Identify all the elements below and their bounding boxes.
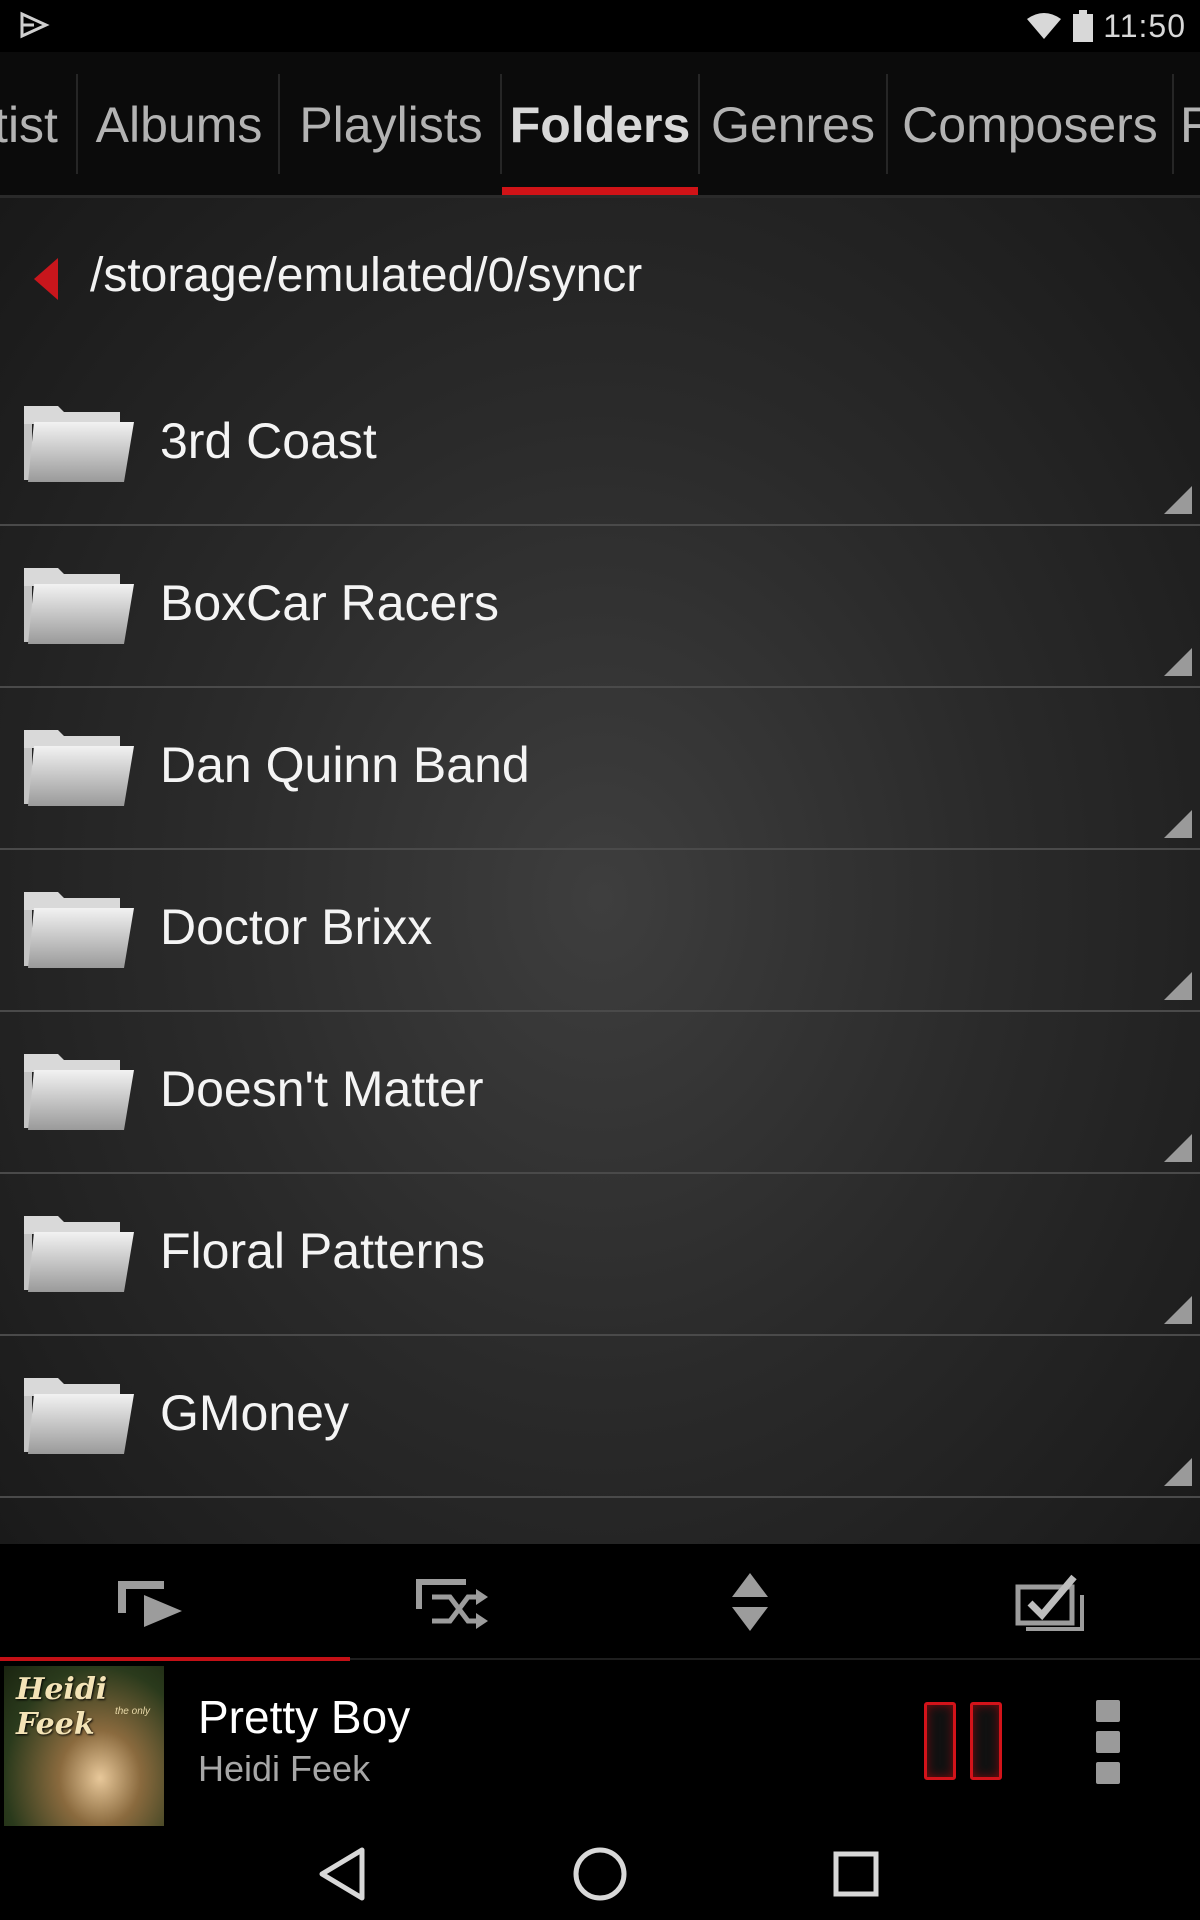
back-triangle-icon[interactable]: [32, 256, 60, 302]
folder-name: Doctor Brixx: [160, 899, 433, 955]
nav-recents-icon[interactable]: [824, 1842, 888, 1906]
active-tab-indicator: [502, 187, 698, 195]
folder-icon: [24, 1216, 134, 1292]
context-menu-indicator-icon[interactable]: [1164, 810, 1192, 838]
status-bar: 11:50: [0, 0, 1200, 52]
folder-row[interactable]: BoxCar Racers: [0, 526, 1200, 688]
tab-composers[interactable]: Composers: [888, 52, 1172, 195]
folder-name: GMoney: [160, 1385, 349, 1441]
more-dots-icon: [1096, 1762, 1120, 1784]
folder-name: BoxCar Racers: [160, 575, 499, 631]
sort-button[interactable]: [600, 1544, 900, 1660]
tab-albums[interactable]: Albums: [80, 52, 278, 195]
pause-button[interactable]: [924, 1702, 1002, 1782]
folder-icon: [20, 1534, 138, 1544]
folder-name: 3rd Coast: [160, 413, 377, 469]
folder-row[interactable]: Doesn't Matter: [0, 1012, 1200, 1174]
status-time: 11:50: [1103, 7, 1186, 44]
folder-row[interactable]: Dan Quinn Band: [0, 688, 1200, 850]
tab-divider: [76, 74, 78, 174]
folder-row[interactable]: 3rd Coast: [0, 364, 1200, 526]
folder-icon: [24, 1378, 134, 1454]
context-menu-indicator-icon[interactable]: [1164, 1296, 1192, 1324]
folder-browser: /storage/emulated/0/syncr 3rd Coast BoxCa…: [0, 198, 1200, 1544]
multi-select-button[interactable]: [900, 1544, 1200, 1660]
tab-playlists[interactable]: Playlists: [282, 52, 500, 195]
nav-home-icon[interactable]: [568, 1842, 632, 1906]
folder-name: Doesn't Matter: [160, 1061, 484, 1117]
sort-icon: [732, 1573, 768, 1631]
play-store-icon: [20, 11, 50, 39]
battery-icon: [1073, 10, 1094, 42]
folder-icon: [24, 892, 134, 968]
tab-next[interactable]: F: [1180, 52, 1200, 195]
play-all-icon: [118, 1581, 182, 1627]
system-nav-bar: [0, 1828, 1200, 1920]
album-art[interactable]: Heidi Feek the only: [4, 1666, 164, 1826]
tab-divider: [1172, 74, 1174, 174]
multi-select-icon: [1015, 1574, 1084, 1631]
more-dots-icon: [1096, 1731, 1120, 1753]
overflow-menu-button[interactable]: [1096, 1700, 1120, 1784]
context-menu-indicator-icon[interactable]: [1164, 1134, 1192, 1162]
tab-divider: [278, 74, 280, 174]
folder-icon: [24, 730, 134, 806]
folder-name: Dan Quinn Band: [160, 737, 530, 793]
nav-back-icon[interactable]: [310, 1842, 374, 1906]
track-artist: Heidi Feek: [198, 1748, 371, 1789]
tab-artist[interactable]: tist: [0, 52, 66, 195]
folder-icon: [24, 568, 134, 644]
folder-row[interactable]: GMoney: [0, 1336, 1200, 1498]
category-tabs: tist Albums Playlists Folders Genres Com…: [0, 52, 1200, 198]
play-all-button[interactable]: [0, 1544, 300, 1660]
shuffle-all-button[interactable]: [300, 1544, 600, 1660]
current-path: /storage/emulated/0/syncr: [90, 249, 643, 302]
context-menu-indicator-icon[interactable]: [1164, 648, 1192, 676]
folder-icon: [24, 1054, 134, 1130]
context-menu-indicator-icon[interactable]: [1164, 972, 1192, 1000]
context-menu-indicator-icon[interactable]: [1164, 486, 1192, 514]
track-title: Pretty Boy: [198, 1691, 411, 1743]
playback-progress-bar[interactable]: [0, 1657, 350, 1661]
pause-icon: [970, 1702, 1002, 1780]
wifi-icon: [1027, 13, 1062, 39]
path-row[interactable]: /storage/emulated/0/syncr: [0, 198, 1200, 364]
action-bar: [0, 1544, 1200, 1660]
folder-name: Floral Patterns: [160, 1223, 486, 1279]
context-menu-indicator-icon[interactable]: [1164, 1458, 1192, 1486]
tab-genres[interactable]: Genres: [700, 52, 886, 195]
tab-folders[interactable]: Folders: [502, 52, 698, 195]
more-dots-icon: [1096, 1700, 1120, 1722]
folder-icon: [24, 406, 134, 482]
shuffle-all-icon: [416, 1579, 488, 1629]
pause-icon: [924, 1702, 956, 1780]
folder-row[interactable]: Floral Patterns: [0, 1174, 1200, 1336]
now-playing-bar[interactable]: Heidi Feek the only Pretty Boy Heidi Fee…: [0, 1662, 1200, 1828]
folder-row[interactable]: Doctor Brixx: [0, 850, 1200, 1012]
album-art-subtitle: the only: [114, 1706, 150, 1717]
